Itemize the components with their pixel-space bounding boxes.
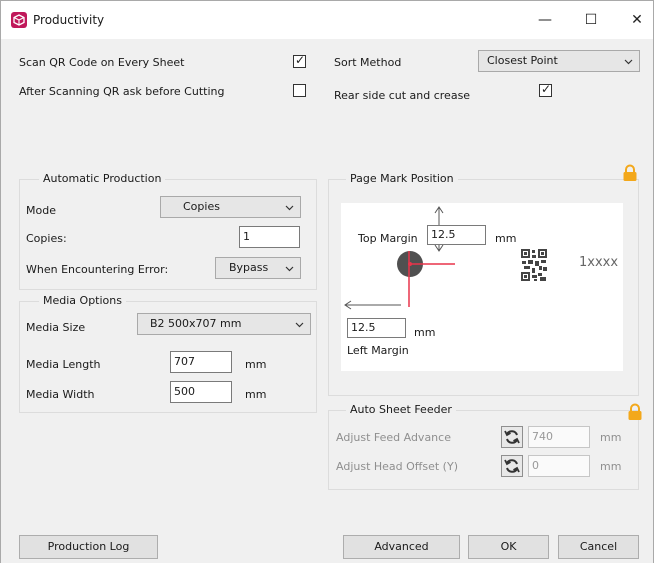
error-label: When Encountering Error: <box>26 263 169 276</box>
media-width-input[interactable]: 500 <box>170 381 232 403</box>
scan-qr-checkbox[interactable]: ✓ <box>293 53 306 68</box>
feed-advance-label: Adjust Feed Advance <box>336 431 451 444</box>
production-log-button[interactable]: Production Log <box>19 535 158 559</box>
media-width-value: 500 <box>174 385 195 398</box>
media-options-title: Media Options <box>39 294 126 307</box>
refresh-icon <box>504 430 520 444</box>
refresh-icon <box>504 459 520 473</box>
left-margin-input[interactable]: 12.5 <box>347 318 406 338</box>
top-margin-value: 12.5 <box>431 228 456 241</box>
copies-value: 1 <box>243 230 250 243</box>
maximize-button[interactable]: ☐ <box>569 7 613 33</box>
head-offset-input[interactable]: 0 <box>528 455 590 477</box>
qr-code-icon <box>521 249 547 281</box>
cancel-button[interactable]: Cancel <box>558 535 639 559</box>
media-width-label: Media Width <box>26 388 95 401</box>
lock-icon[interactable] <box>627 403 643 421</box>
media-size-label: Media Size <box>26 321 86 334</box>
app-icon <box>11 12 27 28</box>
media-length-unit: mm <box>245 358 267 371</box>
media-size-value: B2 500x707 mm <box>150 317 242 330</box>
chevron-down-icon <box>624 59 633 65</box>
top-margin-input[interactable]: 12.5 <box>427 225 486 245</box>
error-value: Bypass <box>229 261 269 274</box>
page-mark-title: Page Mark Position <box>346 172 458 185</box>
ask-before-cutting-checkbox[interactable] <box>293 84 306 97</box>
productivity-window: Productivity — ☐ ✕ Scan QR Code on Every… <box>0 0 654 563</box>
dialog-content: Scan QR Code on Every Sheet ✓ After Scan… <box>1 39 653 563</box>
minimize-button[interactable]: — <box>523 7 567 33</box>
window-title: Productivity <box>33 13 105 27</box>
scan-qr-label: Scan QR Code on Every Sheet <box>19 56 185 69</box>
sort-method-select[interactable]: Closest Point <box>478 50 640 72</box>
feed-advance-value: 740 <box>532 430 553 443</box>
head-offset-label: Adjust Head Offset (Y) <box>336 460 458 473</box>
auto-sheet-feeder-title: Auto Sheet Feeder <box>346 403 456 416</box>
head-offset-refresh-button[interactable] <box>501 455 523 477</box>
feed-advance-input[interactable]: 740 <box>528 426 590 448</box>
left-margin-label: Left Margin <box>347 344 409 357</box>
lock-icon[interactable] <box>622 164 638 182</box>
left-margin-value: 12.5 <box>351 321 376 334</box>
chevron-down-icon <box>285 205 294 211</box>
error-select[interactable]: Bypass <box>215 257 301 279</box>
media-size-select[interactable]: B2 500x707 mm <box>137 313 311 335</box>
media-width-unit: mm <box>245 388 267 401</box>
close-button[interactable]: ✕ <box>615 7 654 33</box>
rear-side-label: Rear side cut and crease <box>334 89 471 102</box>
copies-input[interactable]: 1 <box>239 226 300 248</box>
ok-button[interactable]: OK <box>468 535 549 559</box>
media-length-input[interactable]: 707 <box>170 351 232 373</box>
mode-value: Copies <box>183 200 220 213</box>
check-icon: ✓ <box>541 82 552 96</box>
chevron-down-icon <box>285 266 294 272</box>
head-offset-unit: mm <box>600 460 622 473</box>
media-length-value: 707 <box>174 355 195 368</box>
media-length-label: Media Length <box>26 358 101 371</box>
copies-label: Copies: <box>26 232 67 245</box>
automatic-production-title: Automatic Production <box>39 172 166 185</box>
ask-before-cutting-label: After Scanning QR ask before Cutting <box>19 85 225 98</box>
page-mark-preview: Top Margin 12.5 mm 1xxxx 12.5 mm Left Ma… <box>341 203 623 371</box>
chevron-down-icon <box>295 322 304 328</box>
mode-select[interactable]: Copies <box>160 196 301 218</box>
sort-method-label: Sort Method <box>334 56 402 69</box>
left-margin-unit: mm <box>414 326 436 339</box>
feed-advance-unit: mm <box>600 431 622 444</box>
top-margin-unit: mm <box>495 232 517 245</box>
head-offset-value: 0 <box>532 459 539 472</box>
check-icon: ✓ <box>295 53 306 67</box>
title-bar: Productivity — ☐ ✕ <box>1 1 653 39</box>
top-margin-label: Top Margin <box>358 232 418 245</box>
mode-label: Mode <box>26 204 56 217</box>
feed-advance-refresh-button[interactable] <box>501 426 523 448</box>
advanced-button[interactable]: Advanced <box>343 535 460 559</box>
qr-caption: 1xxxx <box>579 255 619 270</box>
auto-sheet-feeder-group <box>328 410 639 490</box>
rear-side-checkbox[interactable]: ✓ <box>539 82 552 97</box>
sort-method-value: Closest Point <box>487 54 558 67</box>
